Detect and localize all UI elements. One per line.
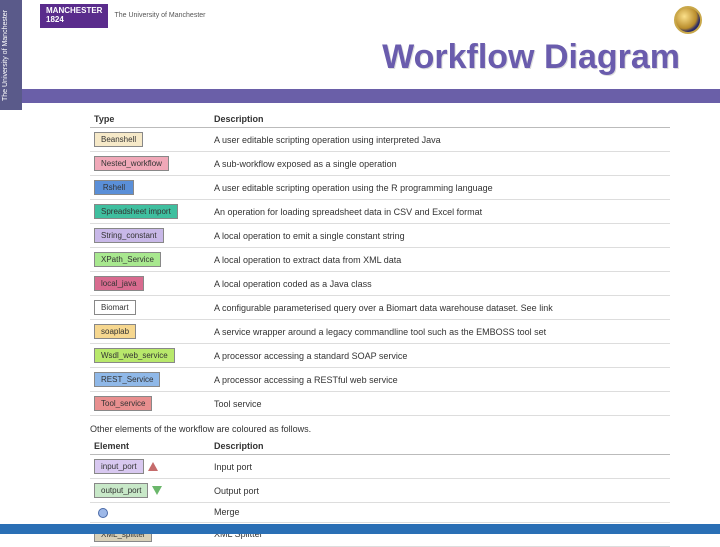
type-tag: XPath_Service [94, 252, 161, 267]
purple-divider [22, 89, 720, 103]
type-tag: Spreadsheet import [94, 204, 178, 219]
col-description: Description [210, 111, 670, 128]
type-description: A processor accessing a RESTful web serv… [210, 368, 670, 392]
content-area: Type Description Beanshell A user editabl… [90, 111, 670, 547]
table-row: XPath_Service A local operation to extrac… [90, 248, 670, 272]
type-description: A processor accessing a standard SOAP se… [210, 344, 670, 368]
table-row: local_java A local operation coded as a J… [90, 272, 670, 296]
type-description: A user editable scripting operation usin… [210, 176, 670, 200]
table-row: REST_Service A processor accessing a REST… [90, 368, 670, 392]
element-tag: output_port [94, 483, 148, 498]
footer-bar [0, 524, 720, 534]
input-port-icon [148, 462, 158, 471]
element-description: Output port [210, 479, 670, 503]
logo-subtext: The University of Manchester [114, 12, 205, 19]
col-element: Element [90, 438, 210, 455]
type-tag: String_constant [94, 228, 164, 243]
element-tag: input_port [94, 459, 144, 474]
logo-line2: 1824 [46, 16, 102, 25]
type-tag: soaplab [94, 324, 136, 339]
output-port-icon [152, 486, 162, 495]
type-tag: Nested_workflow [94, 156, 169, 171]
logo-badge: MANCHESTER 1824 [40, 4, 108, 28]
type-description: A local operation to emit a single const… [210, 224, 670, 248]
university-sidebar: The University of Manchester [0, 0, 22, 110]
table-row: String_constant A local operation to emit… [90, 224, 670, 248]
type-description: A local operation to extract data from X… [210, 248, 670, 272]
table-row: input_port Input port [90, 455, 670, 479]
type-tag: REST_Service [94, 372, 160, 387]
round-logo-icon [674, 6, 702, 34]
type-tag: Rshell [94, 180, 134, 195]
type-tag: Beanshell [94, 132, 143, 147]
table-row: Tool_service Tool service [90, 392, 670, 416]
element-description: Input port [210, 455, 670, 479]
page-title: Workflow Diagram [0, 38, 720, 77]
table-row: output_port Output port [90, 479, 670, 503]
type-tag: local_java [94, 276, 144, 291]
element-description: Merge [210, 503, 670, 523]
type-tag: Biomart [94, 300, 136, 315]
table-row: soaplab A service wrapper around a legacy… [90, 320, 670, 344]
elements-note: Other elements of the workflow are colou… [90, 424, 670, 434]
type-description: An operation for loading spreadsheet dat… [210, 200, 670, 224]
manchester-logo: MANCHESTER 1824 The University of Manche… [40, 4, 206, 28]
table-row: Wsdl_web_service A processor accessing a … [90, 344, 670, 368]
type-description: A user editable scripting operation usin… [210, 128, 670, 152]
type-description: A configurable parameterised query over … [210, 296, 670, 320]
type-description: A local operation coded as a Java class [210, 272, 670, 296]
type-description: Tool service [210, 392, 670, 416]
table-row: Beanshell A user editable scripting opera… [90, 128, 670, 152]
table-row: Nested_workflow A sub-workflow exposed as… [90, 152, 670, 176]
col-element-description: Description [210, 438, 670, 455]
type-tag: Tool_service [94, 396, 152, 411]
type-tag: Wsdl_web_service [94, 348, 175, 363]
types-table: Type Description Beanshell A user editabl… [90, 111, 670, 416]
table-row: Biomart A configurable parameterised quer… [90, 296, 670, 320]
table-row: Rshell A user editable scripting operatio… [90, 176, 670, 200]
type-description: A service wrapper around a legacy comman… [210, 320, 670, 344]
table-row: Spreadsheet import An operation for loadi… [90, 200, 670, 224]
type-description: A sub-workflow exposed as a single opera… [210, 152, 670, 176]
merge-icon [98, 508, 108, 518]
col-type: Type [90, 111, 210, 128]
header: MANCHESTER 1824 The University of Manche… [0, 0, 720, 32]
table-row: Merge [90, 503, 670, 523]
